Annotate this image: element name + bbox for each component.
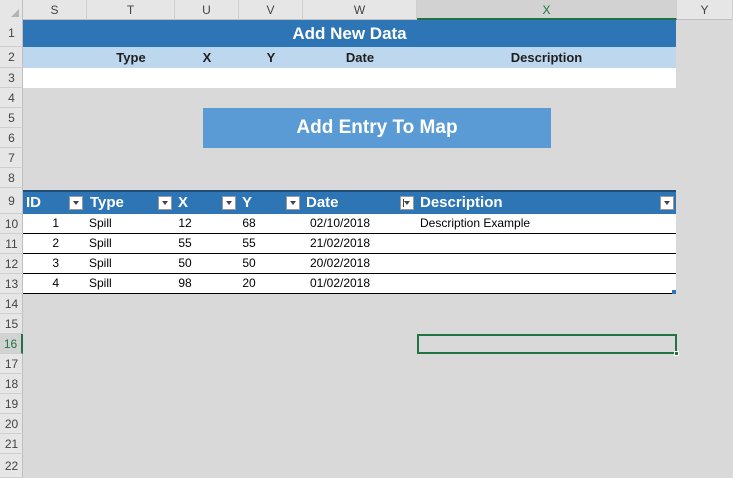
form-header-row: Type X Y Date Description: [23, 47, 676, 68]
cell-date[interactable]: 21/02/2018: [303, 234, 377, 253]
row-header-20[interactable]: 20: [0, 414, 23, 434]
cell-id[interactable]: 4: [23, 274, 59, 293]
row-header-18[interactable]: 18: [0, 374, 23, 394]
cell-date[interactable]: 02/10/2018: [303, 214, 377, 233]
cell-y[interactable]: 20: [239, 274, 259, 293]
cell-y[interactable]: 55: [239, 234, 259, 253]
row-header-7[interactable]: 7: [0, 148, 23, 168]
cell-y[interactable]: 50: [239, 254, 259, 273]
column-header-w[interactable]: W: [303, 0, 417, 20]
form-title: Add New Data: [23, 20, 676, 47]
fill-handle[interactable]: [674, 351, 679, 356]
cell-description[interactable]: [420, 274, 670, 293]
cell-type[interactable]: Spill: [89, 214, 175, 233]
column-header-strip: S T U V W X Y: [0, 0, 733, 20]
filter-dropdown-description[interactable]: [660, 196, 674, 210]
cell-id[interactable]: 1: [23, 214, 59, 233]
cell-date[interactable]: 01/02/2018: [303, 274, 377, 293]
table-row[interactable]: 4 Spill 98 20 01/02/2018: [23, 274, 676, 294]
cell-x[interactable]: 50: [175, 254, 195, 273]
row-header-16[interactable]: 16: [0, 334, 23, 354]
row-header-8[interactable]: 8: [0, 168, 23, 188]
cell-type[interactable]: Spill: [89, 234, 175, 253]
row-header-22[interactable]: 22: [0, 454, 23, 478]
row-header-4[interactable]: 4: [0, 88, 23, 108]
column-header-s[interactable]: S: [23, 0, 87, 20]
row-header-5[interactable]: 5: [0, 108, 23, 128]
table-row[interactable]: 2 Spill 55 55 21/02/2018: [23, 234, 676, 254]
table-row[interactable]: 1 Spill 12 68 02/10/2018 Description Exa…: [23, 214, 676, 234]
row-header-14[interactable]: 14: [0, 294, 23, 314]
filter-dropdown-type[interactable]: [158, 196, 172, 210]
row-header-21[interactable]: 21: [0, 434, 23, 454]
cell-type[interactable]: Spill: [89, 274, 175, 293]
table-header-description: Description: [420, 194, 503, 211]
select-all-corner[interactable]: [0, 0, 23, 20]
form-header-x: X: [202, 50, 212, 65]
row-header-15[interactable]: 15: [0, 314, 23, 334]
cell-y[interactable]: 68: [239, 214, 259, 233]
row-header-12[interactable]: 12: [0, 254, 23, 274]
sort-dropdown-date[interactable]: [400, 196, 414, 210]
column-header-x[interactable]: X: [417, 0, 677, 20]
row-header-19[interactable]: 19: [0, 394, 23, 414]
cell-x[interactable]: 55: [175, 234, 195, 253]
cell-x[interactable]: 12: [175, 214, 195, 233]
cell-description[interactable]: [420, 254, 670, 273]
table-header-row: ID Type X Y Date Description: [23, 190, 676, 214]
form-header-description: Description: [510, 50, 583, 65]
filter-dropdown-x[interactable]: [222, 196, 236, 210]
column-header-v[interactable]: V: [239, 0, 303, 20]
form-input-row[interactable]: [23, 68, 676, 88]
cell-description[interactable]: Description Example: [420, 214, 670, 233]
filter-dropdown-y[interactable]: [286, 196, 300, 210]
column-header-y[interactable]: Y: [677, 0, 733, 20]
row-header-1[interactable]: 1: [0, 20, 23, 47]
column-header-t[interactable]: T: [87, 0, 175, 20]
row-header-17[interactable]: 17: [0, 354, 23, 374]
row-header-6[interactable]: 6: [0, 128, 23, 148]
row-header-10[interactable]: 10: [0, 214, 23, 234]
cell-date[interactable]: 20/02/2018: [303, 254, 377, 273]
row-header-strip: 1 2 3 4 5 6 7 8 9 10 11 12 13 14 15 16 1…: [0, 20, 23, 478]
cell-description[interactable]: [420, 234, 670, 253]
cell-type[interactable]: Spill: [89, 254, 175, 273]
row-header-13[interactable]: 13: [0, 274, 23, 294]
form-header-y: Y: [266, 50, 276, 65]
add-entry-button[interactable]: Add Entry To Map: [203, 108, 551, 148]
filter-dropdown-id[interactable]: [69, 196, 83, 210]
table-row[interactable]: 3 Spill 50 50 20/02/2018: [23, 254, 676, 274]
row-header-2[interactable]: 2: [0, 47, 23, 68]
active-cell-selection[interactable]: [417, 334, 679, 356]
cell-x[interactable]: 98: [175, 274, 195, 293]
cell-id[interactable]: 2: [23, 234, 59, 253]
row-header-11[interactable]: 11: [0, 234, 23, 254]
row-header-3[interactable]: 3: [0, 68, 23, 88]
cell-id[interactable]: 3: [23, 254, 59, 273]
form-header-date: Date: [345, 50, 375, 65]
column-header-u[interactable]: U: [175, 0, 239, 20]
row-header-9[interactable]: 9: [0, 188, 23, 214]
table-resize-handle[interactable]: [672, 290, 676, 294]
form-header-type: Type: [116, 50, 146, 65]
